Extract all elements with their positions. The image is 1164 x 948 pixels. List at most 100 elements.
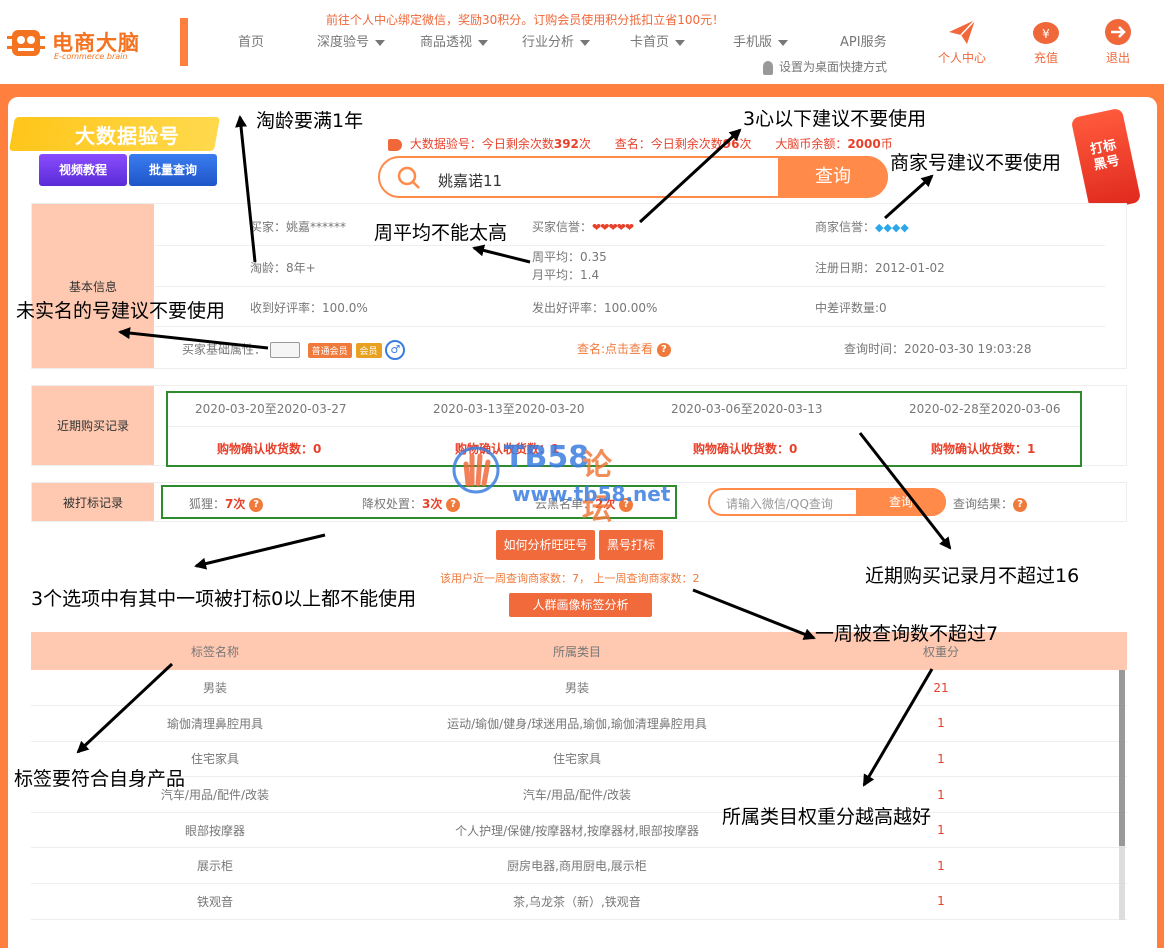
tag-category: 男装 (399, 670, 755, 707)
table-row: 住宅家具 住宅家具 1 (31, 741, 1127, 778)
annotation-category: 所属类目权重分越高越好 (722, 806, 932, 828)
tag-weight: 1 (755, 705, 1127, 742)
vip-badge: 会员 (355, 342, 382, 358)
purchase-count: 购物确认收货数：1 (931, 442, 1036, 456)
query-result: 查询结果：? (953, 495, 1028, 512)
nav-api[interactable]: API服务 (840, 31, 887, 50)
site-logo[interactable]: 电商大脑 E-commerce brain (6, 24, 156, 64)
mark-records-label: 被打标记录 (32, 483, 154, 521)
help-icon[interactable]: ? (249, 497, 264, 512)
usage-counters: 大数据验号：今日剩余次数392次 查名：今日剩余次数96次 大脑币余额：2000… (388, 135, 893, 152)
tag-category: 运动/瑜伽/健身/球迷用品,瑜伽,瑜伽清理鼻腔用具 (399, 705, 755, 742)
exit-arrow-icon (1105, 19, 1131, 45)
desktop-shortcut-link[interactable]: 设置为桌面快捷方式 (763, 58, 887, 75)
promo-banner[interactable]: 前往个人中心绑定微信，奖励30积分。订购会员使用积分抵扣立省100元！ (326, 11, 724, 28)
video-tutorial-button[interactable]: 视频教程 (39, 154, 127, 186)
verify-counter: 大数据验号：今日剩余次数392次 (409, 137, 591, 151)
weekly-query-info: 该用户近一周查询商家数：7， 上一周查询商家数：2 (440, 572, 700, 585)
buyer-credit: 买家信誉：❤❤❤❤❤ (532, 220, 634, 234)
table-scrollbar-thumb[interactable] (1119, 670, 1125, 846)
tag-weight: 1 (755, 883, 1127, 920)
heart-icons: ❤❤❤❤❤ (592, 221, 634, 234)
chevron-down-icon (580, 39, 591, 46)
tags-table: 标签名称 所属类目 权重分 男装 男装 21 瑜伽清理鼻腔用具 运动/瑜伽/健身/球迷… (31, 632, 1127, 920)
search-input[interactable]: 姚嘉诺11 (438, 170, 502, 191)
wechat-qq-search: 请输入微信/QQ查询 查询 (708, 488, 946, 516)
member-badge: 普通会员 (307, 342, 352, 358)
top-header: 电商大脑 E-commerce brain 前往个人中心绑定微信，奖励30积分。… (0, 0, 1164, 84)
chevron-down-icon (778, 39, 789, 46)
table-row: 展示柜 厨房电器,商用厨电,展示柜 1 (31, 847, 1127, 885)
divider (155, 286, 1105, 287)
chevron-down-icon (375, 39, 386, 46)
tag-name: 铁观音 (31, 883, 399, 920)
annotation-week-query: 一周被查询数不超过7 (815, 623, 999, 645)
annotation-three-hearts: 3心以下建议不要使用 (743, 108, 927, 130)
search-icon (397, 166, 420, 189)
search-button[interactable]: 查询 (778, 156, 888, 198)
nav-card-home[interactable]: 卡首页 (630, 31, 686, 50)
column-header: 所属类目 (399, 632, 755, 670)
good-rate-sent: 发出好评率：100.00% (532, 301, 658, 315)
logo-divider (180, 18, 188, 66)
wechat-qq-query-button[interactable]: 查询 (856, 488, 946, 516)
good-rate-received: 收到好评率：100.0% (250, 301, 368, 315)
purchase-records-label: 近期购买记录 (32, 386, 154, 465)
buyer-name: 买家：姚嘉****** (250, 220, 347, 234)
check-counter: 查名：今日剩余次数96次 (614, 137, 752, 151)
tag-name: 眼部按摩器 (31, 812, 399, 849)
logout-button[interactable]: 退出 (1088, 18, 1148, 66)
search-box: 姚嘉诺11 查询 (378, 156, 888, 198)
annotation-tags: 标签要符合自身产品 (14, 768, 186, 790)
megaphone-icon (388, 138, 402, 151)
nav-product-insight[interactable]: 商品透视 (420, 31, 489, 50)
demote-mark: 降权处置：3次 ? (362, 495, 461, 512)
logo-subtext: E-commerce brain (54, 52, 128, 61)
table-row: 瑜伽清理鼻腔用具 运动/瑜伽/健身/球迷用品,瑜伽,瑜伽清理鼻腔用具 1 (31, 705, 1127, 742)
nav-home[interactable]: 首页 (238, 31, 264, 50)
annotation-merchant: 商家号建议不要使用 (890, 152, 1062, 174)
registration-date: 注册日期：2012-01-02 (815, 261, 945, 275)
paper-plane-icon (949, 19, 976, 44)
coins-balance: 大脑币余额：2000币 (775, 137, 893, 151)
annotation-age: 淘龄要满1年 (256, 110, 364, 132)
recharge-button[interactable]: ¥ 充值 (1016, 18, 1076, 66)
help-icon[interactable]: ? (1013, 497, 1028, 512)
basic-info-label: 基本信息 (32, 204, 154, 368)
purchase-range: 2020-02-28至2020-03-06 (909, 402, 1061, 416)
weekly-average: 周平均：0.35 (532, 250, 607, 264)
nav-industry-analysis[interactable]: 行业分析 (522, 31, 591, 50)
crowd-portrait-button[interactable]: 人群画像标签分析 (509, 593, 652, 617)
table-row: 眼部按摩器 个人护理/保健/按摩器材,按摩器材,眼部按摩器 1 (31, 812, 1127, 849)
black-mark-button[interactable]: 黑号打标 (599, 530, 663, 560)
tag-category: 汽车/用品/配件/改装 (399, 776, 755, 813)
forum-watermark: TB58 论坛 www.tb58.net (452, 440, 670, 527)
nav-mobile[interactable]: 手机版 (733, 31, 789, 50)
svg-text:¥: ¥ (1042, 27, 1050, 41)
batch-query-button[interactable]: 批量查询 (129, 154, 217, 186)
tag-name: 男装 (31, 670, 399, 707)
male-gender-icon: ♂ (385, 340, 406, 360)
purchase-range: 2020-03-13至2020-03-20 (433, 402, 585, 416)
nav-deep-verify[interactable]: 深度验号 (317, 31, 386, 50)
column-header: 标签名称 (31, 632, 399, 670)
help-icon[interactable]: ? (656, 342, 671, 357)
annotation-weekly: 周平均不能太高 (374, 222, 508, 244)
buyer-attributes: 买家基础属性： 普通会员 会员 ♂ (182, 340, 406, 360)
chevron-down-icon (478, 39, 489, 46)
account-age: 淘龄：8年+ (250, 261, 316, 275)
brand-title: 大数据验号 (75, 124, 180, 148)
tag-category: 茶,乌龙茶（新）,铁观音 (399, 883, 755, 920)
divider (168, 426, 1080, 427)
wechat-qq-input[interactable]: 请输入微信/QQ查询 (726, 495, 833, 512)
purchase-range: 2020-03-06至2020-03-13 (671, 402, 823, 416)
table-row: 男装 男装 21 (31, 670, 1127, 707)
table-row: 铁观音 茶,乌龙茶（新）,铁观音 1 (31, 883, 1127, 920)
tag-weight: 1 (755, 741, 1127, 778)
personal-center-button[interactable]: 个人中心 (932, 18, 992, 66)
tag-name: 瑜伽清理鼻腔用具 (31, 705, 399, 742)
analyze-account-button[interactable]: 如何分析旺旺号 (496, 530, 595, 560)
seller-credit: 商家信誉：◆◆◆◆ (815, 220, 909, 234)
purchase-range: 2020-03-20至2020-03-27 (195, 402, 347, 416)
check-name-link[interactable]: 查名:点击查看 ? (577, 340, 671, 357)
